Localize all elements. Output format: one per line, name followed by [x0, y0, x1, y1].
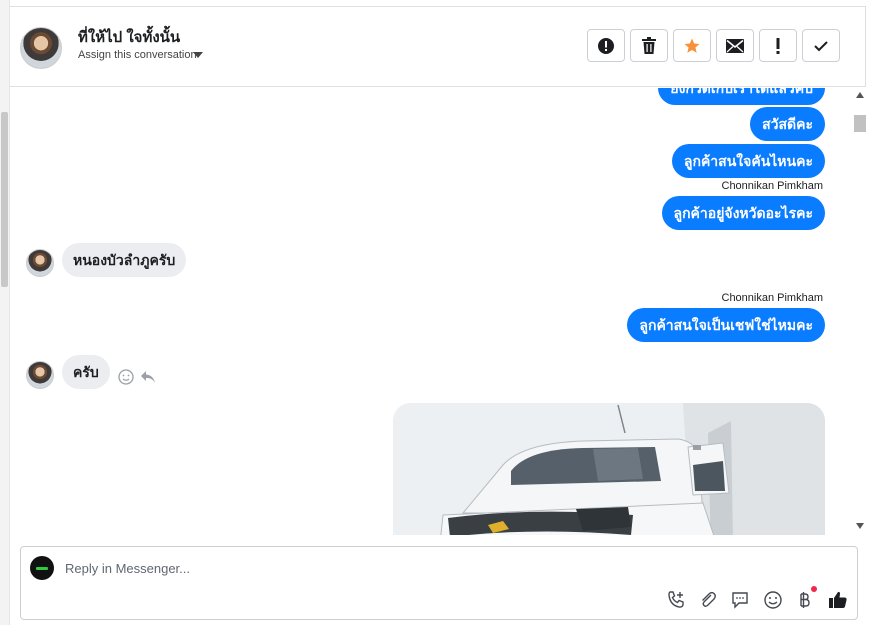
left-scrollbar-thumb[interactable] — [1, 112, 8, 287]
contact-avatar-small — [26, 249, 54, 277]
contact-avatar-small — [26, 361, 54, 389]
left-scrollbar[interactable] — [0, 0, 10, 625]
mark-unread-button[interactable] — [716, 29, 754, 62]
phone-plus-icon[interactable] — [665, 589, 687, 611]
star-button[interactable] — [673, 29, 711, 62]
message-composer — [20, 546, 858, 620]
envelope-icon — [726, 38, 744, 53]
baht-icon[interactable] — [793, 586, 817, 611]
notification-dot — [811, 586, 817, 592]
chevron-down-icon[interactable] — [193, 52, 203, 58]
sender-name: Chonnikan Pimkham — [721, 292, 824, 304]
white-pickup-truck-photo[interactable] — [393, 403, 825, 535]
sender-name: Chonnikan Pimkham — [721, 180, 824, 192]
reply-input[interactable] — [65, 557, 665, 579]
report-spam-button[interactable] — [587, 29, 625, 62]
message-thread: ยังกวดเกบเราไดแลวคบ สวัสดีคะ ลูกค้าสนใจค… — [10, 88, 853, 535]
outgoing-message: ลูกค้าสนใจคันไหนคะ — [671, 144, 825, 178]
saved-reply-icon[interactable] — [729, 589, 751, 611]
scroll-up-arrow-icon[interactable] — [856, 92, 864, 98]
paperclip-icon[interactable] — [697, 589, 719, 611]
reply-arrow-icon[interactable] — [139, 368, 157, 386]
scrollbar-thumb[interactable] — [854, 115, 866, 132]
done-button[interactable] — [802, 29, 840, 62]
follow-up-button[interactable] — [759, 29, 797, 62]
incoming-message: หนองบัวลำภูครับ — [62, 243, 187, 277]
conversation-header: ที่ให้ไป ใจทั้งนั้น Assign this conversa… — [10, 7, 866, 87]
outgoing-message: ลูกค้าสนใจเป็นเชฟใช่ไหมคะ — [627, 308, 825, 342]
assign-conversation-link[interactable]: Assign this conversation — [78, 49, 197, 61]
outgoing-message: สวัสดีคะ — [750, 107, 825, 141]
alert-circle-icon — [598, 37, 614, 54]
emoji-icon[interactable] — [762, 589, 784, 611]
star-icon — [684, 38, 700, 53]
thumbs-up-icon[interactable] — [827, 589, 849, 611]
outgoing-message: ลูกค้าอยู่จังหวัดอะไรคะ — [661, 196, 825, 230]
contact-name[interactable]: ที่ให้ไป ใจทั้งนั้น — [78, 25, 180, 49]
messenger-conversation-panel: ที่ให้ไป ใจทั้งนั้น Assign this conversa… — [0, 0, 873, 625]
delete-button[interactable] — [630, 29, 668, 62]
incoming-message: ครับ — [62, 355, 110, 389]
outgoing-message: ยังกวดเกบเราไดแลวคบ — [658, 88, 825, 105]
contact-avatar[interactable] — [20, 27, 62, 69]
add-reaction-icon[interactable] — [117, 368, 135, 386]
trash-icon — [642, 36, 656, 54]
page-avatar — [30, 556, 54, 580]
exclamation-icon — [776, 37, 780, 54]
thread-scrollbar[interactable] — [853, 88, 867, 535]
checkmark-icon — [814, 40, 828, 51]
scroll-down-arrow-icon[interactable] — [856, 523, 864, 529]
